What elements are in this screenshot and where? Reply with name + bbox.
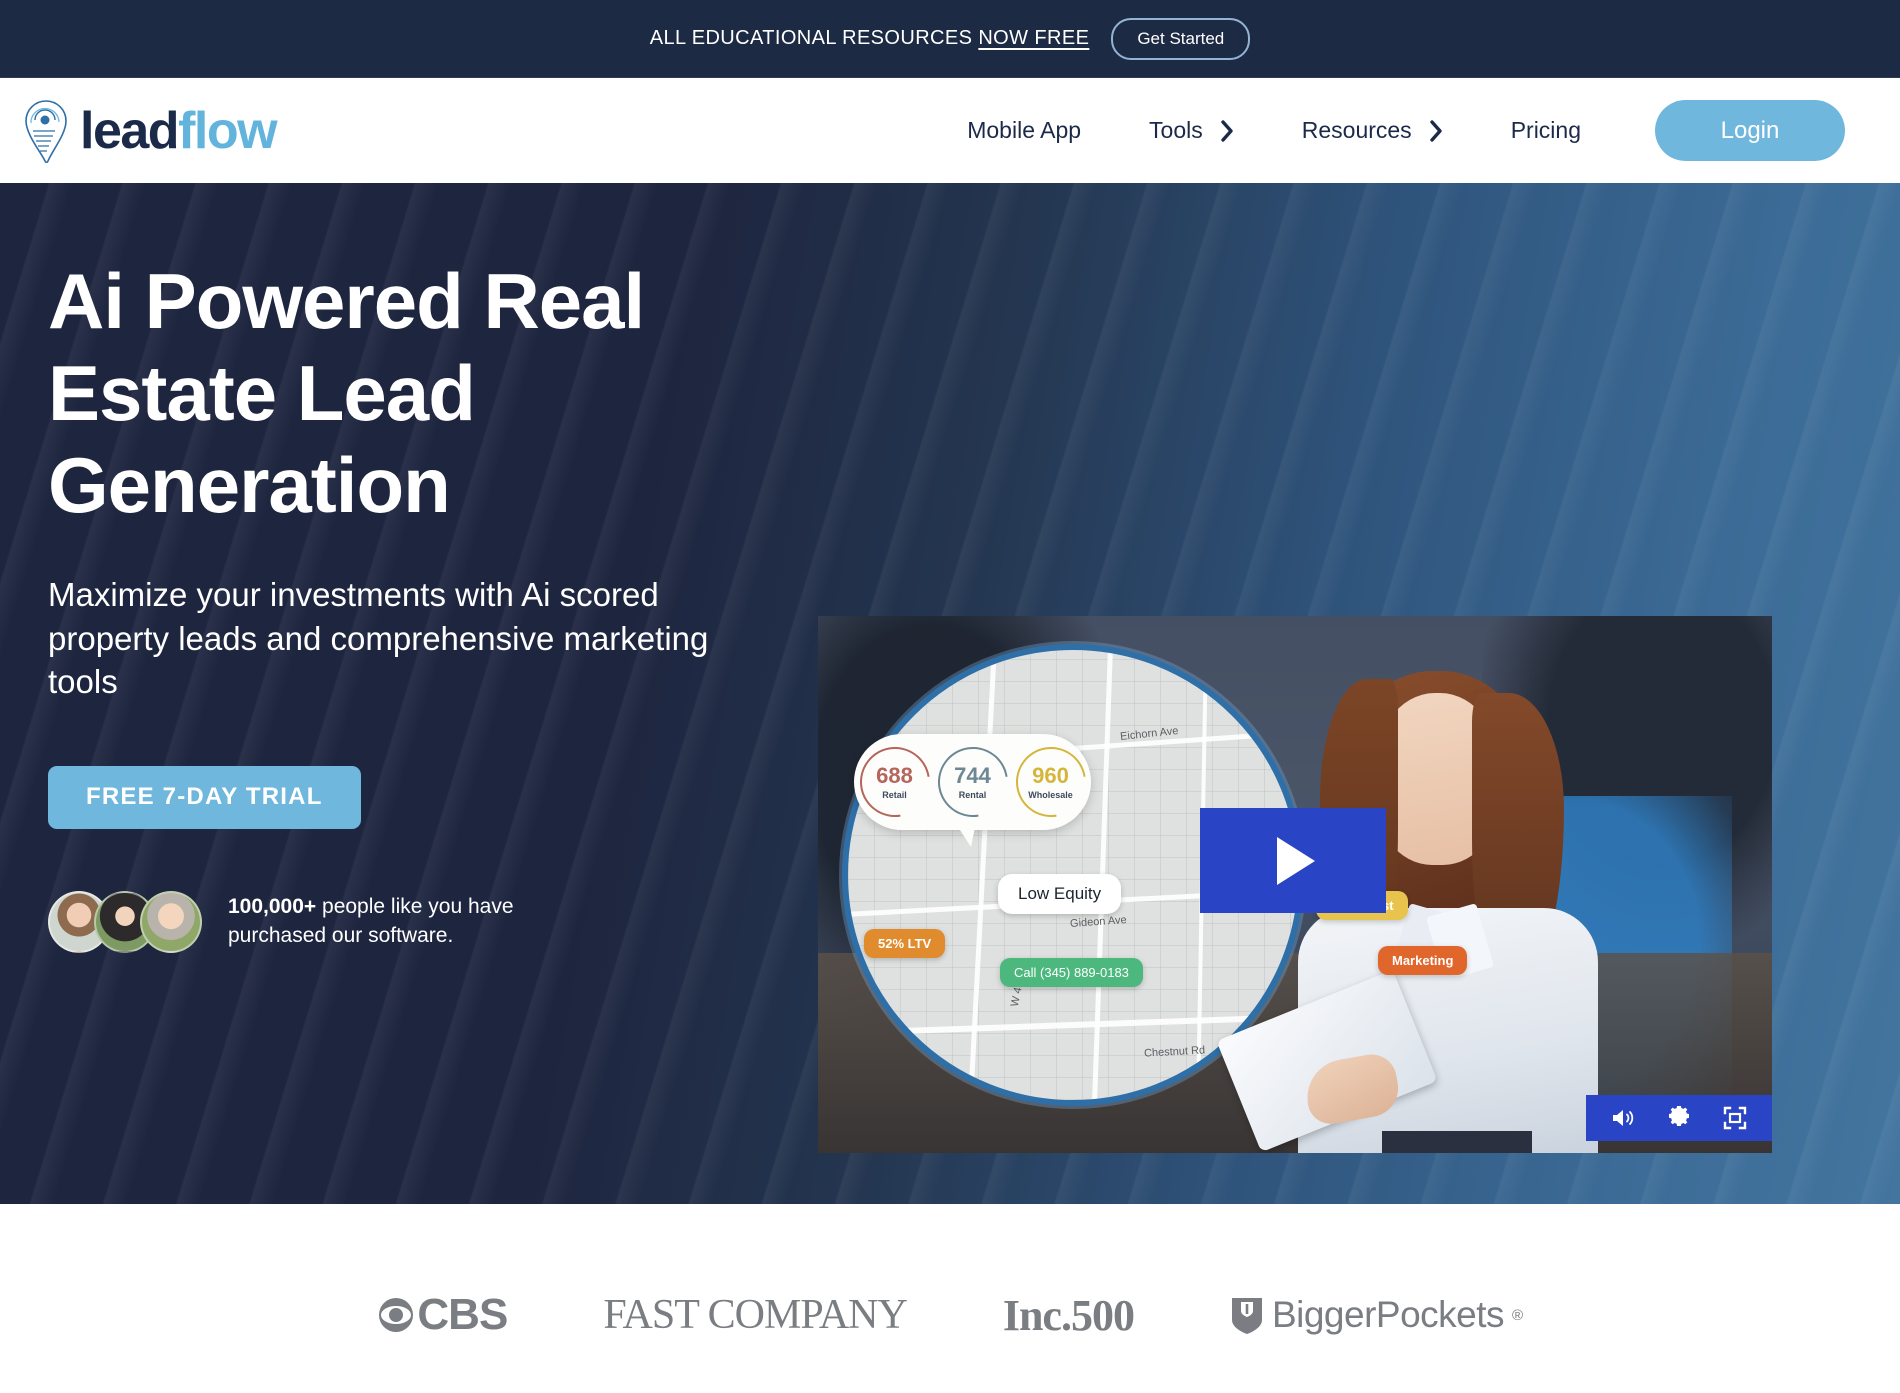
- settings-gear-icon[interactable]: [1666, 1105, 1692, 1131]
- nav-label-mobile-app: Mobile App: [967, 117, 1082, 143]
- map-tag-ltv: 52% LTV: [864, 929, 946, 958]
- map-tag-call: Call (345) 889-0183: [1000, 958, 1143, 987]
- free-trial-button[interactable]: FREE 7-DAY TRIAL: [48, 765, 361, 829]
- get-started-button[interactable]: Get Started: [1111, 17, 1251, 60]
- hero-text-column: Ai Powered Real Estate Lead Generation M…: [48, 255, 788, 953]
- site-header: leadflow Mobile App Tools Resources Pric…: [0, 78, 1900, 183]
- cbs-logo: CBS: [377, 1290, 508, 1340]
- main-navigation: Mobile App Tools Resources Pricing Login: [933, 100, 1845, 161]
- hero-title: Ai Powered Real Estate Lead Generation: [48, 257, 645, 530]
- social-proof: 100,000+ people like you have purchased …: [48, 890, 788, 953]
- hero-subtitle: Maximize your investments with Ai scored…: [48, 576, 709, 701]
- avatar-group: [48, 890, 202, 953]
- hero-section: Ai Powered Real Estate Lead Generation M…: [0, 183, 1900, 1204]
- score-wholesale: 960 Wholesale: [1001, 733, 1100, 831]
- play-button[interactable]: [1200, 808, 1386, 913]
- location-pin-fingerprint-icon: [25, 99, 67, 163]
- social-proof-count: 100,000+: [228, 895, 317, 919]
- lead-score-bubble: 688 Retail 744 Rental 960 Wholesale: [845, 733, 1100, 847]
- logo-word-lead: lead: [80, 101, 180, 160]
- avatar: [140, 890, 202, 953]
- map-road: [968, 650, 997, 1100]
- score-retail: 688 Retail: [845, 733, 944, 831]
- biggerpockets-shield-icon: [1231, 1298, 1262, 1334]
- nav-label-tools: Tools: [1149, 117, 1203, 143]
- promo-banner-text-main: ALL EDUCATIONAL RESOURCES: [649, 27, 979, 49]
- nav-item-tools[interactable]: Tools: [1115, 117, 1268, 144]
- inc-500-logo: Inc.500: [1002, 1290, 1135, 1341]
- map-road: [848, 1014, 1298, 1036]
- registered-trademark-icon: ®: [1512, 1306, 1523, 1324]
- promo-banner-text: ALL EDUCATIONAL RESOURCES NOW FREE: [650, 27, 1090, 50]
- login-button[interactable]: Login: [1655, 100, 1845, 161]
- fast-company-logo: FAST COMPANY: [603, 1291, 908, 1339]
- score-ring-icon: [923, 733, 1022, 831]
- nav-item-pricing[interactable]: Pricing: [1477, 117, 1615, 144]
- inc-500-logo-text: Inc.500: [1002, 1290, 1135, 1340]
- promo-banner: ALL EDUCATIONAL RESOURCES NOW FREE Get S…: [0, 0, 1900, 78]
- cbs-eye-icon: [379, 1298, 414, 1332]
- volume-icon[interactable]: [1610, 1105, 1636, 1131]
- fast-company-logo-text: FAST COMPANY: [603, 1292, 908, 1338]
- score-rental: 744 Rental: [923, 733, 1022, 831]
- video-controls-bar: [1586, 1095, 1772, 1141]
- cbs-logo-text: CBS: [417, 1290, 508, 1339]
- biggerpockets-logo: BiggerPockets ®: [1230, 1294, 1523, 1336]
- social-proof-text: 100,000+ people like you have purchased …: [228, 893, 558, 950]
- person-belt: [1382, 1131, 1532, 1153]
- logo[interactable]: leadflow: [22, 99, 278, 163]
- play-triangle-icon: [1277, 836, 1315, 885]
- hero-video-player[interactable]: Eichorn Ave Gideon Ave W 4th St Chestnut…: [818, 616, 1772, 1153]
- score-ring-icon: [1001, 733, 1100, 831]
- logo-wordmark: leadflow: [80, 101, 278, 160]
- score-ring-icon: [845, 733, 944, 831]
- nav-label-pricing: Pricing: [1510, 117, 1581, 143]
- logo-word-flow: flow: [178, 101, 277, 160]
- press-logos-section: CBS FAST COMPANY Inc.500 BiggerPockets ®: [0, 1204, 1900, 1393]
- fullscreen-icon[interactable]: [1722, 1105, 1748, 1131]
- map-tag-marketing: Marketing: [1378, 946, 1468, 975]
- promo-banner-text-emphasis: NOW FREE: [978, 27, 1090, 49]
- nav-item-mobile-app[interactable]: Mobile App: [933, 117, 1115, 144]
- chevron-right-icon: [1221, 119, 1233, 142]
- nav-label-resources: Resources: [1301, 117, 1412, 143]
- map-tag-low-equity: Low Equity: [998, 874, 1122, 914]
- chevron-right-icon: [1429, 119, 1442, 142]
- hero-content: Ai Powered Real Estate Lead Generation M…: [0, 183, 1900, 1204]
- map-road-water: [848, 950, 849, 954]
- nav-item-resources[interactable]: Resources: [1268, 117, 1477, 144]
- biggerpockets-logo-text: BiggerPockets: [1271, 1294, 1505, 1335]
